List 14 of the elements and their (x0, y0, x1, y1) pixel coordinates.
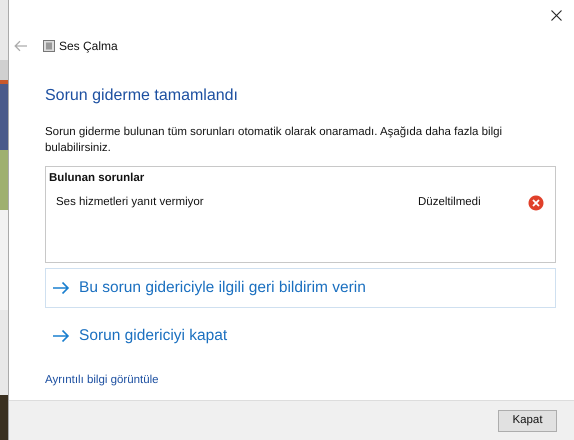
window-title: Ses Çalma (59, 38, 118, 55)
arrow-icon (52, 329, 70, 343)
close-icon[interactable] (551, 10, 562, 20)
heading: Sorun giderme tamamlandı (45, 86, 239, 106)
problem-status: Düzeltilmedi (418, 195, 482, 210)
panel-title: Bulunan sorunlar (49, 171, 146, 186)
arrow-icon (52, 281, 70, 295)
speaker-app-icon (43, 40, 55, 52)
action-link[interactable]: Sorun gidericiyi kapat (45, 316, 556, 356)
problem-name: Ses hizmetleri yanıt vermiyor (56, 195, 205, 210)
details-link[interactable]: Ayrıntılı bilgi görüntüle (45, 372, 159, 390)
description: Sorun giderme bulunan tüm sorunları otomatik olarak onaramadı. Aşağıda daha fazla bilgi bulabilirsiniz. (45, 125, 504, 156)
action-link[interactable]: Bu sorun gidericiyle ilgili geri bildirim verin (45, 268, 556, 308)
close-dialog-button[interactable]: Kapat (498, 410, 557, 432)
